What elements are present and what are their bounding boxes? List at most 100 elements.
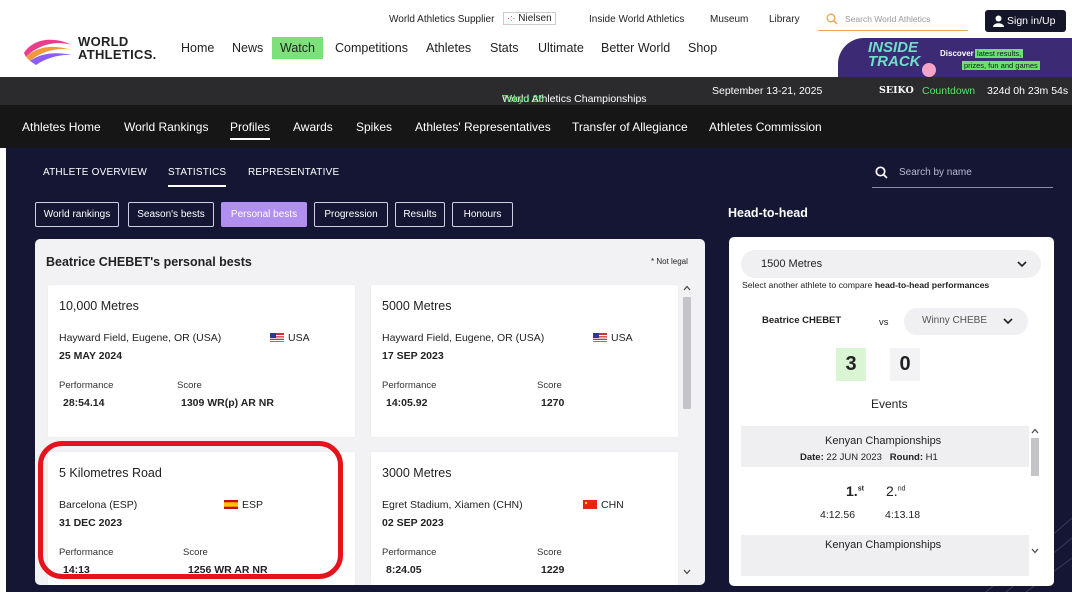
subnav-world-rankings[interactable]: World Rankings bbox=[124, 120, 208, 134]
china-flag-icon bbox=[583, 500, 597, 509]
sign-in-button[interactable]: Sign in/Up bbox=[985, 10, 1066, 32]
countdown-value: 324d 0h 23m 54s bbox=[987, 85, 1069, 97]
h2h-score-athlete-1: 3 bbox=[836, 348, 866, 381]
logo-line-2: ATHLETICS. bbox=[78, 47, 157, 62]
pb-card-10000m[interactable]: 10,000 Metres Hayward Field, Eugene, OR … bbox=[48, 285, 355, 437]
promo-title-line-2: TRACK bbox=[868, 53, 921, 70]
card-score-label: Score bbox=[537, 380, 562, 391]
head-to-head-title: Head-to-head bbox=[728, 206, 808, 220]
card-venue: Hayward Field, Eugene, OR (USA) bbox=[59, 332, 222, 344]
h2h-scrollbar[interactable] bbox=[1029, 426, 1041, 576]
pill-personal-bests[interactable]: Personal bests bbox=[221, 202, 307, 227]
card-country-code: USA bbox=[288, 332, 310, 344]
h2h-meet-card[interactable]: Kenyan Championships bbox=[741, 535, 1029, 576]
nav-home[interactable]: Home bbox=[181, 41, 214, 55]
nav-news[interactable]: News bbox=[232, 41, 263, 55]
card-score: 1229 bbox=[541, 564, 565, 576]
card-score-label: Score bbox=[537, 547, 562, 558]
athletes-sub-nav: Athletes Home World Rankings Profiles Aw… bbox=[0, 105, 1072, 148]
card-event: 5000 Metres bbox=[382, 299, 452, 313]
nav-watch[interactable]: Watch bbox=[272, 37, 323, 59]
meet-place-1: 1.st bbox=[846, 483, 864, 499]
site-search-placeholder: Search World Athletics bbox=[845, 14, 931, 24]
subnav-athletes-representatives[interactable]: Athletes' Representatives bbox=[415, 120, 551, 134]
card-country: CHN bbox=[583, 499, 624, 511]
nav-stats[interactable]: Stats bbox=[490, 41, 519, 55]
sign-in-label: Sign in/Up bbox=[1007, 15, 1056, 27]
athlete-search-input[interactable]: Search by name bbox=[872, 165, 1053, 188]
seiko-logo: SEIKO bbox=[879, 85, 914, 96]
topnav-museum[interactable]: Museum bbox=[710, 14, 748, 25]
topnav-inside-world-athletics[interactable]: Inside World Athletics bbox=[589, 14, 684, 25]
pill-seasons-bests[interactable]: Season's bests bbox=[128, 202, 214, 227]
card-score: 1309 WR(p) AR NR bbox=[181, 397, 274, 409]
h2h-scrollbar-thumb[interactable] bbox=[1031, 438, 1039, 476]
nielsen-label: Nielsen bbox=[518, 13, 552, 24]
card-event: 10,000 Metres bbox=[59, 299, 139, 313]
meet-time-1: 4:12.56 bbox=[820, 509, 856, 521]
site-search-input[interactable]: Search World Athletics bbox=[818, 9, 968, 31]
h2h-meet-card[interactable]: Kenyan Championships Date: 22 JUN 2023 R… bbox=[741, 426, 1029, 530]
card-venue: Hayward Field, Eugene, OR (USA) bbox=[382, 332, 545, 344]
subnav-athletes-home[interactable]: Athletes Home bbox=[22, 120, 101, 134]
h2h-opponent-value: Winny CHEBE bbox=[922, 315, 988, 326]
promo-runner-icon bbox=[922, 63, 936, 77]
pb-card-3000m[interactable]: 3000 Metres Egret Stadium, Xiamen (CHN) … bbox=[371, 452, 678, 585]
world-athletics-logo-icon[interactable] bbox=[22, 31, 74, 67]
chevron-down-icon[interactable] bbox=[683, 569, 691, 575]
pb-scrollbar[interactable] bbox=[681, 285, 693, 577]
card-country-code: USA bbox=[611, 332, 633, 344]
card-date: 25 MAY 2024 bbox=[59, 350, 123, 362]
pill-world-rankings[interactable]: World rankings bbox=[35, 202, 119, 227]
search-icon bbox=[826, 13, 838, 25]
tab-athlete-overview[interactable]: ATHLETE OVERVIEW bbox=[43, 167, 147, 178]
site-logo-text[interactable]: WORLD ATHLETICS. bbox=[78, 35, 157, 61]
meet-name: Kenyan Championships bbox=[825, 539, 942, 551]
usa-flag-icon bbox=[270, 333, 284, 342]
pb-scrollbar-thumb[interactable] bbox=[683, 297, 691, 409]
chevron-up-icon[interactable] bbox=[1031, 428, 1039, 434]
nav-ultimate[interactable]: Ultimate bbox=[538, 41, 584, 55]
not-legal-note: * Not legal bbox=[651, 257, 688, 266]
athlete-search-placeholder: Search by name bbox=[899, 167, 972, 178]
card-country: USA bbox=[593, 332, 633, 344]
card-performance-label: Performance bbox=[382, 547, 437, 558]
nav-competitions[interactable]: Competitions bbox=[335, 41, 408, 55]
meet-name: Kenyan Championships bbox=[825, 435, 942, 447]
promo-tag-2: prizes, fun and games bbox=[962, 61, 1040, 70]
head-to-head-panel: 1500 Metres Select another athlete to co… bbox=[729, 237, 1054, 586]
chevron-up-icon[interactable] bbox=[683, 285, 691, 291]
countdown-label: Countdown bbox=[922, 85, 976, 97]
subnav-profiles[interactable]: Profiles bbox=[230, 120, 271, 140]
highlight-ring bbox=[38, 441, 343, 579]
promo-tag-1: latest results, bbox=[975, 49, 1024, 58]
pill-progression[interactable]: Progression bbox=[314, 202, 388, 227]
h2h-event-select[interactable]: 1500 Metres bbox=[741, 250, 1041, 278]
nav-shop[interactable]: Shop bbox=[688, 41, 717, 55]
h2h-instruction: Select another athlete to compare head-t… bbox=[742, 280, 989, 290]
championships-bar: World Athletics Championships Tokyo 25 S… bbox=[0, 77, 1072, 105]
h2h-opponent-select[interactable]: Winny CHEBE bbox=[904, 308, 1028, 335]
pill-results[interactable]: Results bbox=[395, 202, 445, 227]
user-icon bbox=[993, 15, 1004, 27]
subnav-spikes[interactable]: Spikes bbox=[356, 120, 392, 134]
promo-discover: Discover bbox=[940, 49, 974, 58]
athlete-profile-main: ATHLETE OVERVIEW STATISTICS REPRESENTATI… bbox=[6, 148, 1072, 592]
supplier-label: World Athletics Supplier bbox=[389, 14, 495, 25]
pb-card-5000m[interactable]: 5000 Metres Hayward Field, Eugene, OR (U… bbox=[371, 285, 678, 437]
nav-better-world[interactable]: Better World bbox=[601, 41, 670, 55]
topnav-library[interactable]: Library bbox=[769, 14, 800, 25]
inside-track-promo-banner[interactable]: INSIDE TRACK Discover latest results, pr… bbox=[838, 38, 1072, 77]
subnav-athletes-commission[interactable]: Athletes Commission bbox=[709, 120, 822, 134]
nielsen-badge[interactable]: ·:· Nielsen bbox=[503, 12, 556, 25]
tab-representative[interactable]: REPRESENTATIVE bbox=[248, 167, 339, 178]
subnav-awards[interactable]: Awards bbox=[293, 120, 333, 134]
chevron-down-icon[interactable] bbox=[1031, 548, 1039, 554]
h2h-events-label: Events bbox=[871, 397, 908, 411]
tab-statistics[interactable]: STATISTICS bbox=[168, 167, 227, 187]
subnav-transfer-of-allegiance[interactable]: Transfer of Allegiance bbox=[572, 120, 688, 134]
card-score-label: Score bbox=[177, 380, 202, 391]
nav-athletes[interactable]: Athletes bbox=[426, 41, 471, 55]
championship-city: Tokyo 25 bbox=[502, 93, 545, 105]
pill-honours[interactable]: Honours bbox=[452, 202, 513, 227]
